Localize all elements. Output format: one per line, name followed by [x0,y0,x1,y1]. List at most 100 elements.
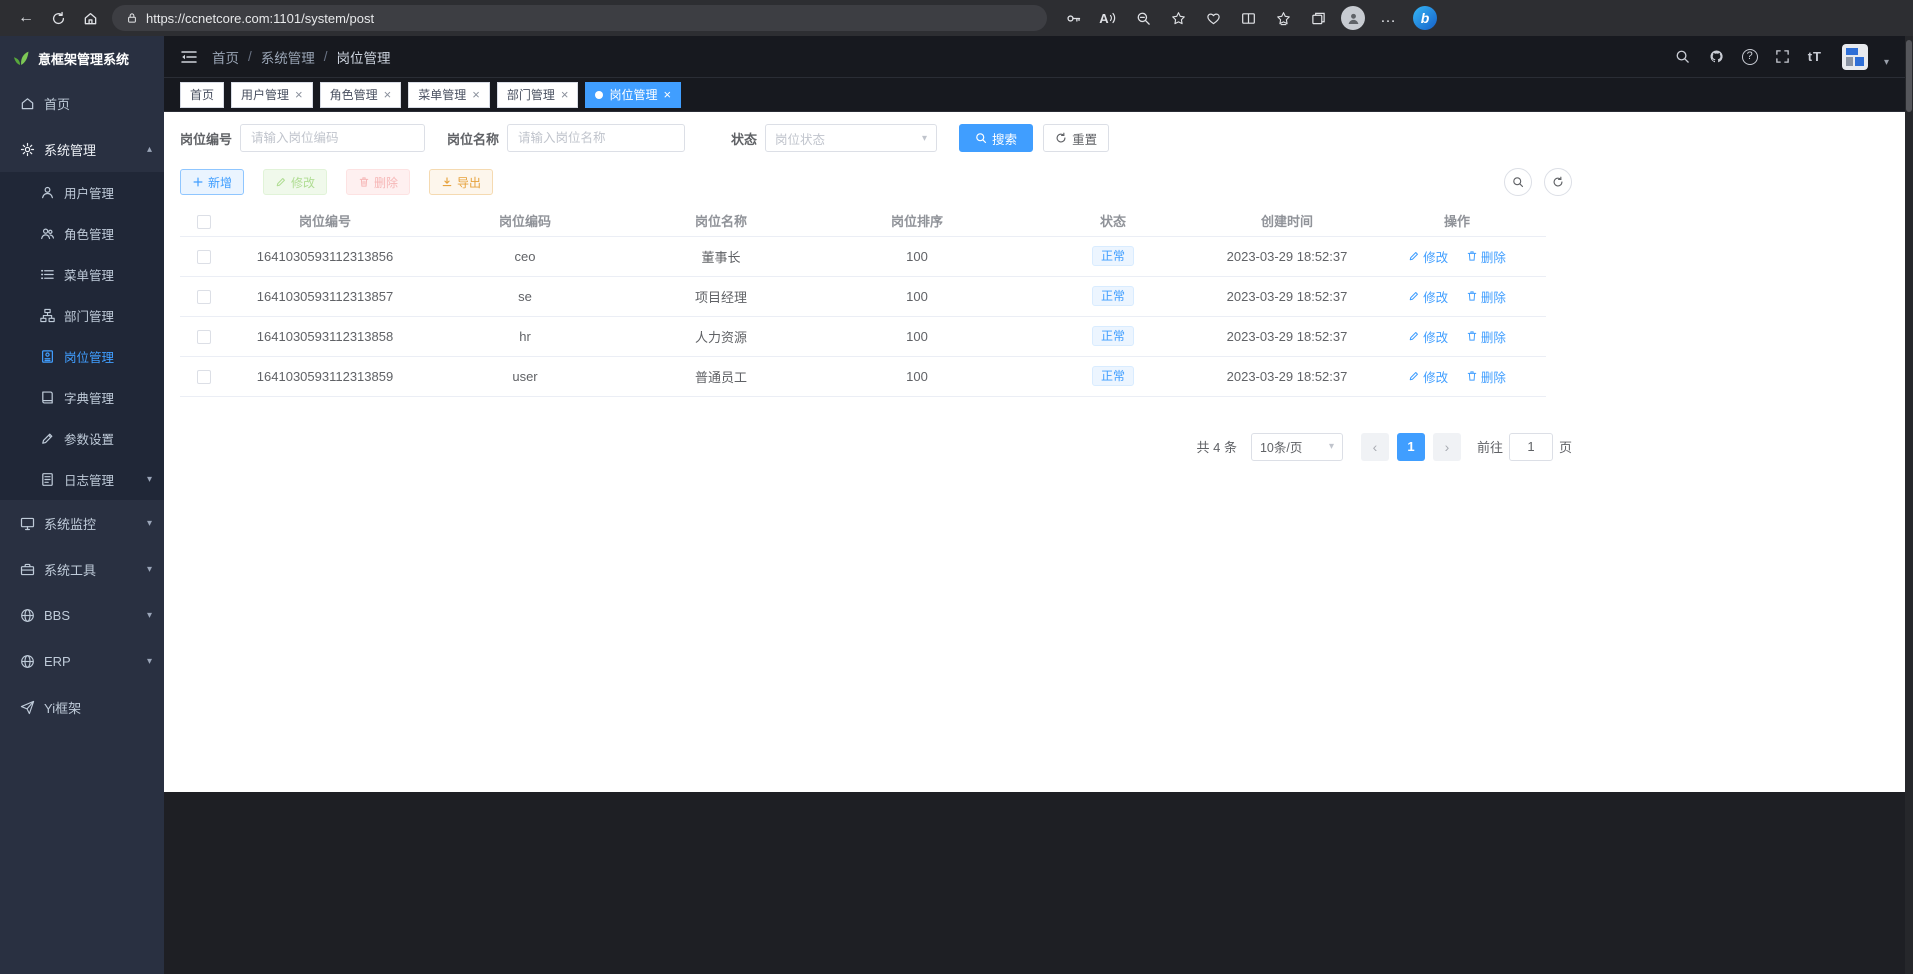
close-icon[interactable]: × [384,88,392,101]
page-size-select[interactable]: 10条/页 ▾ [1251,433,1343,461]
row-checkbox[interactable] [197,290,211,304]
refresh-table-icon-button[interactable] [1544,168,1572,196]
sidebar-item-home[interactable]: 首页 [0,80,164,126]
breadcrumb: 首页 / 系统管理 / 岗位管理 [212,47,391,67]
app-logo[interactable]: 意框架管理系统 [0,36,164,80]
row-delete-link[interactable]: 删除 [1466,327,1506,346]
row-edit-link[interactable]: 修改 [1408,247,1448,266]
goto-page-input[interactable] [1509,433,1553,461]
row-delete-label: 删除 [1481,247,1506,266]
help-icon[interactable]: ? [1742,49,1758,65]
export-button[interactable]: 导出 [429,169,493,195]
scrollbar-thumb[interactable] [1906,40,1912,112]
password-key-icon[interactable] [1057,4,1089,32]
post-name-input[interactable] [507,124,685,152]
select-all-checkbox[interactable] [197,215,211,229]
column-header-post-sort: 岗位排序 [814,206,1020,236]
trash-icon [1466,250,1478,262]
collections-icon[interactable] [1302,4,1334,32]
sidebar-item-user-management[interactable]: 用户管理 [0,172,164,213]
row-checkbox[interactable] [197,250,211,264]
row-edit-link[interactable]: 修改 [1408,327,1448,346]
sidebar-item-parameter-settings[interactable]: 参数设置 [0,418,164,459]
row-delete-link[interactable]: 删除 [1466,247,1506,266]
reset-button[interactable]: 重置 [1043,124,1109,152]
tab-user-management[interactable]: 用户管理 × [231,82,313,108]
vertical-scrollbar[interactable] [1905,36,1913,974]
toggle-search-icon-button[interactable] [1504,168,1532,196]
row-delete-link[interactable]: 删除 [1466,287,1506,306]
close-icon[interactable]: × [472,88,480,101]
add-favorite-icon[interactable] [1162,4,1194,32]
sidebar-item-role-management[interactable]: 角色管理 [0,213,164,254]
sidebar-item-erp[interactable]: ERP ▾ [0,638,164,684]
delete-button[interactable]: 删除 [346,169,410,195]
post-table: 岗位编号 岗位编码 岗位名称 岗位排序 状态 创建时间 操作 164103059… [180,206,1546,397]
search-button[interactable]: 搜索 [959,124,1033,152]
copilot-bing-icon[interactable]: b [1413,6,1437,30]
browser-essentials-icon[interactable] [1197,4,1229,32]
read-aloud-icon[interactable]: A [1092,4,1124,32]
home-browser-icon[interactable] [74,4,106,32]
close-icon[interactable]: × [561,88,569,101]
sidebar-item-label: 系统监控 [44,514,96,533]
next-page-button[interactable]: › [1433,433,1461,461]
column-header-actions: 操作 [1368,206,1546,236]
sidebar-item-dictionary-management[interactable]: 字典管理 [0,377,164,418]
address-bar[interactable]: https://ccnetcore.com:1101/system/post [112,5,1047,31]
favorites-icon[interactable] [1267,4,1299,32]
status-badge: 正常 [1092,246,1134,266]
split-screen-icon[interactable] [1232,4,1264,32]
page-number-1[interactable]: 1 [1397,433,1425,461]
close-icon[interactable]: × [663,88,671,101]
tab-label: 角色管理 [330,86,378,103]
site-info-lock-icon[interactable] [126,12,138,24]
breadcrumb-system[interactable]: 系统管理 [261,47,315,67]
sidebar-item-bbs[interactable]: BBS ▾ [0,592,164,638]
sidebar-item-menu-management[interactable]: 菜单管理 [0,254,164,295]
browser-profile-avatar[interactable] [1341,6,1365,30]
sidebar-fold-icon[interactable] [180,49,198,65]
fullscreen-icon[interactable] [1774,48,1792,66]
sidebar-item-post-management[interactable]: 岗位管理 [0,336,164,377]
breadcrumb-home[interactable]: 首页 [212,47,239,67]
font-size-icon[interactable]: tT [1808,49,1822,64]
post-code-input[interactable] [240,124,425,152]
paper-plane-icon [20,700,35,715]
goto-label: 前往 [1477,437,1503,456]
row-edit-link[interactable]: 修改 [1408,287,1448,306]
sidebar-item-system-monitoring[interactable]: 系统监控 ▾ [0,500,164,546]
row-checkbox[interactable] [197,330,211,344]
table-header-row: 岗位编号 岗位编码 岗位名称 岗位排序 状态 创建时间 操作 [180,206,1546,236]
tab-role-management[interactable]: 角色管理 × [320,82,402,108]
sidebar-item-label: ERP [44,654,71,669]
sidebar-item-department-management[interactable]: 部门管理 [0,295,164,336]
cell-post-sort: 100 [814,356,1020,396]
more-menu-icon[interactable]: … [1372,4,1404,32]
row-edit-link[interactable]: 修改 [1408,367,1448,386]
back-icon[interactable]: ← [10,4,42,32]
header-search-icon[interactable] [1674,48,1692,66]
tab-label: 菜单管理 [418,86,466,103]
prev-page-button[interactable]: ‹ [1361,433,1389,461]
sidebar-item-system-tools[interactable]: 系统工具 ▾ [0,546,164,592]
tab-menu-management[interactable]: 菜单管理 × [408,82,490,108]
tab-post-management[interactable]: 岗位管理 × [585,82,681,108]
tab-home[interactable]: 首页 [180,82,224,108]
sidebar-item-label: 用户管理 [64,183,114,202]
status-select[interactable]: 岗位状态 ▾ [765,124,937,152]
tab-department-management[interactable]: 部门管理 × [497,82,579,108]
user-avatar[interactable] [1842,44,1868,70]
row-checkbox[interactable] [197,370,211,384]
row-delete-link[interactable]: 删除 [1466,367,1506,386]
close-icon[interactable]: × [295,88,303,101]
globe-icon [20,608,35,623]
github-icon[interactable] [1708,48,1726,66]
sidebar-item-yi-framework[interactable]: Yi框架 [0,684,164,730]
zoom-icon[interactable] [1127,4,1159,32]
sidebar-item-log-management[interactable]: 日志管理 ▾ [0,459,164,500]
sidebar-item-system-management[interactable]: 系统管理 ▴ [0,126,164,172]
refresh-page-icon[interactable] [42,4,74,32]
edit-button[interactable]: 修改 [263,169,327,195]
add-button[interactable]: 新增 [180,169,244,195]
